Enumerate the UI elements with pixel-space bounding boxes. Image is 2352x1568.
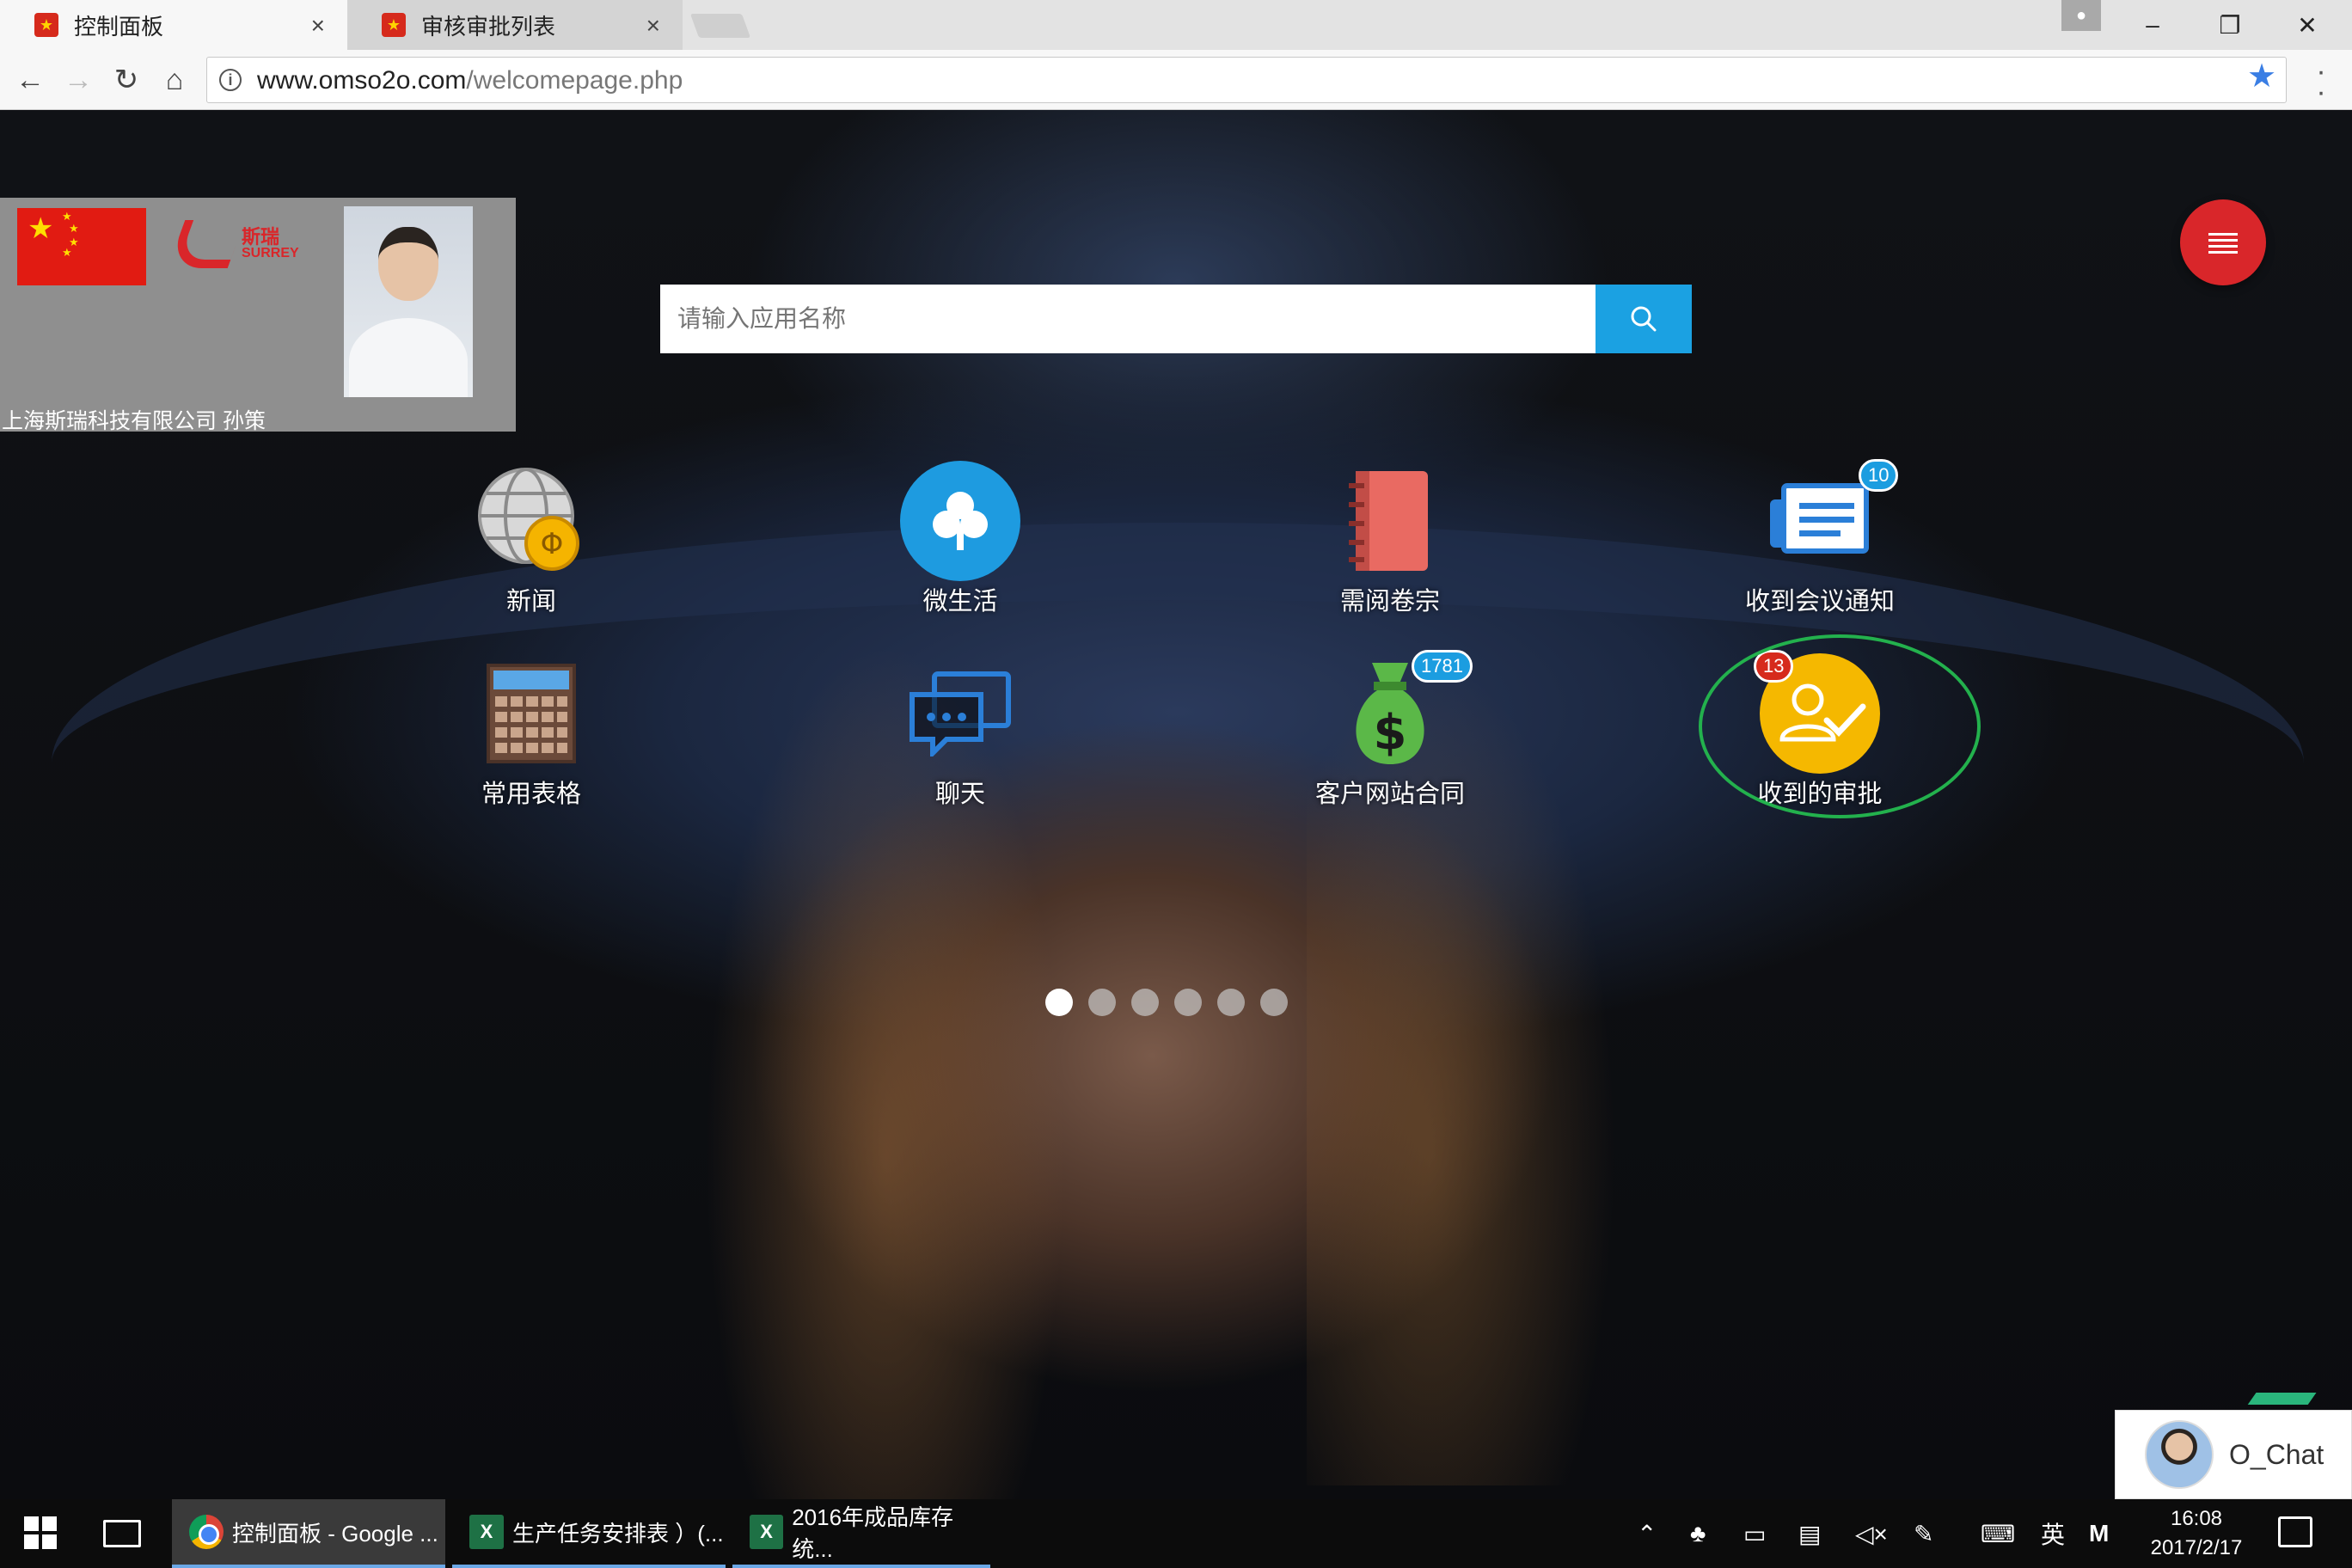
pager-dot[interactable] — [1260, 989, 1288, 1016]
hamburger-icon — [2208, 233, 2238, 254]
reload-icon[interactable]: ↻ — [103, 57, 150, 103]
china-flag-icon: ★ ★ ★ ★ ★ — [17, 208, 146, 285]
app-client-contracts[interactable]: $ 1781 客户网站合同 — [1278, 650, 1502, 842]
tab-control-panel[interactable]: ★ 控制面板 × — [0, 0, 347, 50]
company-user-caption: 上海斯瑞科技有限公司 孙策 — [2, 409, 266, 433]
excel-icon: X — [750, 1515, 784, 1549]
clock-time: 16:08 — [2170, 1507, 2223, 1530]
flag-favicon-icon: ★ — [34, 13, 58, 37]
calculator-icon — [487, 664, 576, 763]
flag-favicon-icon: ★ — [382, 13, 406, 37]
minimize-button[interactable]: – — [2118, 0, 2187, 50]
search-icon — [1631, 306, 1657, 332]
app-required-reading[interactable]: 需阅卷宗 — [1278, 461, 1502, 650]
restore-button[interactable]: ❐ — [2196, 0, 2264, 50]
volume-muted-icon[interactable]: ◁× — [1855, 1499, 1888, 1568]
tab-approval-list[interactable]: ★ 审核审批列表 × — [347, 0, 683, 50]
taskbar-item-excel-inventory[interactable]: X 2016年成品库存统... — [732, 1499, 990, 1568]
ochat-label: O_Chat — [2229, 1438, 2324, 1470]
app-chat[interactable]: 聊天 — [848, 653, 1072, 842]
app-news[interactable]: Φ 新闻 — [420, 461, 643, 650]
address-bar[interactable]: i www.omso2o.com/welcomepage.php — [206, 57, 2287, 103]
search-button[interactable] — [1596, 285, 1692, 353]
taskbar-item-excel-production[interactable]: X 生产任务安排表 ）(... — [452, 1499, 726, 1568]
keyboard-icon[interactable]: ⌨ — [1981, 1499, 2015, 1568]
tab-label: 审核审批列表 — [421, 13, 556, 40]
pager-dot[interactable] — [1217, 989, 1245, 1016]
app-label: 客户网站合同 — [1314, 781, 1465, 808]
app-label: 聊天 — [934, 781, 985, 808]
app-label: 常用表格 — [481, 781, 581, 808]
notification-badge: 1781 — [1412, 650, 1473, 683]
profile-card: ★ ★ ★ ★ ★ 斯瑞 SURREY 上海斯瑞科技有限公司 孙策 — [0, 198, 516, 433]
taskbar: 控制面板 - Google ... X 生产任务安排表 ）(... X 2016… — [0, 1499, 2352, 1568]
pager-dot[interactable] — [1088, 989, 1116, 1016]
profile-icon[interactable]: ● — [2061, 0, 2101, 31]
taskbar-item-label: 2016年成品库存统... — [792, 1504, 954, 1562]
app-label: 需阅卷宗 — [1339, 588, 1440, 616]
windows-start-icon[interactable] — [24, 1516, 57, 1549]
svg-text:$: $ — [1374, 705, 1407, 761]
notice-icon — [1770, 483, 1869, 554]
app-common-forms[interactable]: 常用表格 — [420, 653, 643, 842]
notebook-icon — [1349, 471, 1428, 571]
app-meeting-notices[interactable]: 10 收到会议通知 — [1708, 459, 1932, 650]
battery-icon[interactable]: ▭ — [1743, 1499, 1766, 1568]
close-window-button[interactable]: ✕ — [2273, 0, 2342, 50]
app-label: 新闻 — [505, 588, 556, 616]
tab-close-icon[interactable]: × — [311, 12, 325, 40]
clover-icon — [900, 461, 1020, 581]
taskbar-item-label: 生产任务安排表 ）(... — [512, 1520, 724, 1547]
ime-mode-indicator[interactable]: M — [2089, 1499, 2109, 1568]
url-text: www.omso2o.com/welcomepage.php — [257, 66, 683, 95]
app-search-input[interactable] — [660, 285, 1596, 353]
info-icon[interactable]: i — [219, 69, 242, 91]
pager-dot[interactable] — [1131, 989, 1159, 1016]
welcome-page: ★ ★ ★ ★ ★ 斯瑞 SURREY 上海斯瑞科技有限公司 孙策 请输入应用名… — [0, 110, 2352, 1499]
user-photo — [344, 206, 473, 397]
browser-titlebar: ★ 控制面板 × ★ 审核审批列表 × ● – ❐ ✕ — [0, 0, 2352, 50]
home-icon[interactable]: ⌂ — [151, 57, 198, 103]
ochat-widget[interactable]: O_Chat — [2115, 1410, 2352, 1499]
svg-text:Φ: Φ — [541, 527, 564, 561]
highlight-ring — [1699, 634, 1981, 818]
globe-coin-icon: Φ — [478, 468, 579, 571]
app-label: 微生活 — [922, 588, 998, 616]
avatar — [2145, 1420, 2214, 1489]
task-view-icon[interactable] — [103, 1520, 141, 1547]
system-clock[interactable]: 16:08 2017/2/17 — [2123, 1504, 2269, 1563]
chrome-icon — [189, 1515, 224, 1549]
page-indicator — [1045, 989, 1288, 1016]
show-hidden-icons-button[interactable]: ⌃ — [1637, 1499, 1657, 1568]
taskbar-item-chrome[interactable]: 控制面板 - Google ... — [172, 1499, 445, 1568]
taskbar-item-label: 控制面板 - Google ... — [232, 1520, 438, 1547]
action-center-icon[interactable] — [2278, 1516, 2312, 1547]
qq-icon[interactable]: ♣ — [1690, 1499, 1706, 1568]
browser-toolbar: ← → ↻ ⌂ i www.omso2o.com/welcomepage.php… — [0, 50, 2352, 127]
app-wei-life[interactable]: 微生活 — [848, 461, 1072, 650]
main-menu-button[interactable] — [2180, 199, 2266, 285]
chat-bubbles-icon — [910, 671, 1011, 756]
back-arrow-icon[interactable]: ← — [7, 57, 53, 103]
tab-label: 控制面板 — [74, 13, 164, 40]
company-logo: 斯瑞 SURREY — [167, 215, 314, 275]
pager-dot[interactable] — [1045, 989, 1073, 1016]
clock-date: 2017/2/17 — [2150, 1536, 2243, 1559]
network-icon[interactable]: ▤ — [1798, 1499, 1821, 1568]
pager-dot[interactable] — [1174, 989, 1202, 1016]
excel-icon: X — [469, 1515, 504, 1549]
app-label: 收到会议通知 — [1744, 588, 1895, 616]
pen-icon[interactable]: ✎ — [1914, 1499, 1933, 1568]
tab-close-icon[interactable]: × — [646, 12, 660, 40]
bookmark-star-icon[interactable]: ★ — [2247, 57, 2276, 95]
ime-indicator[interactable]: 英 — [2041, 1499, 2065, 1568]
notification-badge: 10 — [1859, 459, 1899, 492]
forward-arrow-icon[interactable]: → — [55, 57, 101, 103]
new-tab-button[interactable] — [689, 14, 751, 38]
